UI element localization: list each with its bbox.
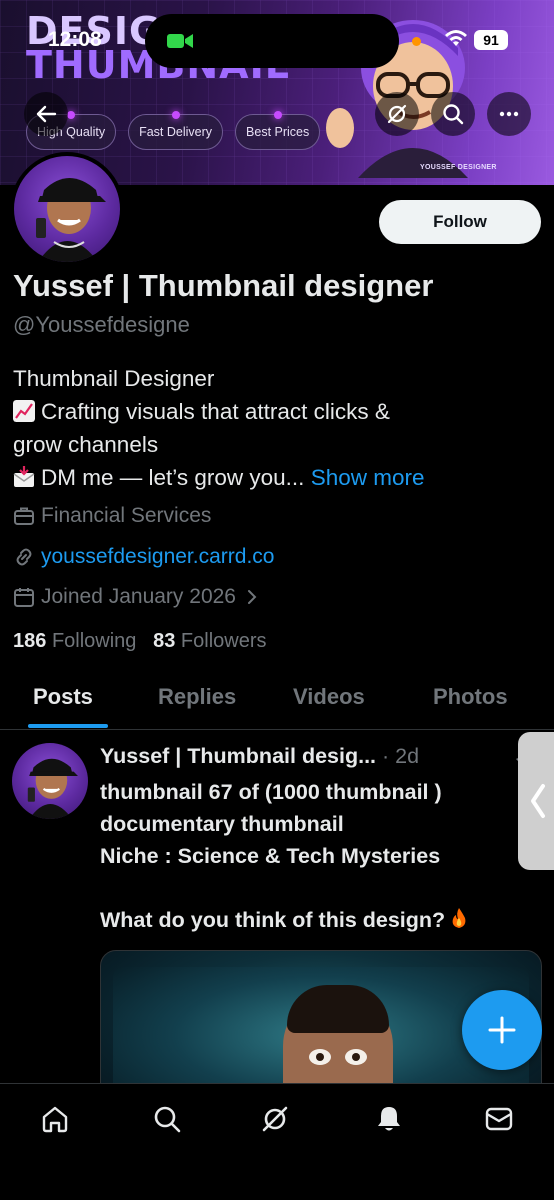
fire-icon	[452, 908, 466, 928]
privacy-indicator-icon	[412, 37, 421, 46]
follow-button[interactable]: Follow	[379, 200, 541, 244]
banner-signature: YOUSSEF DESIGNER	[420, 164, 497, 171]
bio-line: grow channels	[13, 432, 159, 457]
grok-icon	[262, 1106, 288, 1132]
tag-label: Fast Delivery	[139, 125, 213, 139]
notifications-icon	[378, 1107, 400, 1131]
nav-grok[interactable]	[258, 1102, 292, 1136]
facetime-camera-icon	[167, 34, 193, 48]
profile-avatar[interactable]	[10, 152, 124, 266]
compose-post-button[interactable]	[462, 990, 542, 1070]
back-button[interactable]	[24, 92, 68, 136]
profile-website[interactable]: youssefdesigner.carrd.co	[13, 545, 274, 569]
more-button[interactable]	[487, 92, 531, 136]
thumbnail-eye	[345, 1049, 367, 1065]
display-name: Yussef | Thumbnail designer	[13, 268, 434, 303]
show-more-link[interactable]: Show more	[311, 465, 425, 490]
back-arrow-icon	[36, 105, 57, 123]
tab-posts[interactable]: Posts	[33, 684, 93, 710]
banner-tag: Best Prices	[235, 111, 321, 150]
followers-count: 83	[153, 630, 176, 652]
profile-bio: Thumbnail Designer Crafting visuals that…	[13, 362, 533, 494]
tag-dot	[171, 111, 180, 119]
post-header: Yussef | Thumbnail desig... · 2d	[100, 744, 419, 769]
tab-videos[interactable]: Videos	[293, 684, 365, 710]
post-timestamp: · 2d	[382, 744, 420, 768]
envelope-arrow-icon	[13, 466, 35, 487]
bio-line: Thumbnail Designer	[13, 366, 215, 391]
thumbnail-eye	[309, 1049, 331, 1065]
messages-icon	[485, 1107, 513, 1131]
post-text: thumbnail 67 of (1000 thumbnail ) docume…	[100, 776, 530, 936]
banner-tag: Fast Delivery	[128, 111, 224, 150]
post-author-name[interactable]: Yussef | Thumbnail desig...	[100, 744, 376, 768]
tag-dot	[67, 111, 76, 119]
avatar-illustration	[27, 758, 78, 819]
status-time: 12:08	[48, 28, 102, 51]
followers-label: Followers	[180, 630, 267, 652]
grok-icon	[387, 104, 407, 124]
dynamic-island	[145, 14, 399, 68]
category-label: Financial Services	[41, 504, 212, 527]
search-icon	[443, 104, 464, 125]
search-button[interactable]	[431, 92, 475, 136]
battery-indicator: 91	[474, 30, 508, 50]
bottom-navigation	[0, 1083, 554, 1200]
tag-dot	[273, 111, 282, 119]
nav-messages[interactable]	[482, 1102, 516, 1136]
followers-link[interactable]: 83 Followers	[153, 630, 266, 652]
post-text-content: thumbnail 67 of (1000 thumbnail ) docume…	[100, 780, 446, 932]
chart-increasing-icon	[13, 400, 35, 422]
side-panel-handle[interactable]	[518, 732, 554, 870]
profile-category: Financial Services	[13, 504, 211, 528]
nav-search[interactable]	[150, 1102, 184, 1136]
bio-line-text: DM me — let’s grow you...	[41, 465, 305, 490]
search-icon	[154, 1106, 181, 1133]
tab-photos[interactable]: Photos	[433, 684, 508, 710]
briefcase-icon	[14, 507, 34, 525]
profile-joined[interactable]: Joined January 2026	[13, 585, 266, 609]
more-icon	[499, 111, 519, 117]
bio-line-text: Crafting visuals that attract clicks &	[41, 399, 390, 424]
follow-counts: 186 Following 83 Followers	[13, 630, 266, 653]
website-link[interactable]: youssefdesigner.carrd.co	[41, 545, 274, 569]
tag-label: Best Prices	[246, 125, 310, 139]
chevron-right-icon	[247, 590, 257, 604]
profile-tabs: Posts Replies Videos Photos	[0, 668, 554, 730]
home-icon	[42, 1106, 68, 1133]
nav-home[interactable]	[38, 1102, 72, 1136]
bio-line: DM me — let’s grow you... Show more	[13, 461, 533, 494]
following-link[interactable]: 186 Following	[13, 630, 136, 652]
avatar	[14, 156, 120, 262]
post-author-avatar[interactable]	[12, 743, 88, 819]
calendar-icon	[14, 588, 34, 607]
chevron-left-icon	[531, 784, 545, 818]
following-count: 186	[13, 630, 47, 652]
banner-tags: High Quality Fast Delivery Best Prices	[26, 111, 321, 150]
bio-line: Crafting visuals that attract clicks &	[13, 395, 533, 428]
plus-icon	[488, 1016, 516, 1044]
username-handle: @Youssefdesigne	[13, 312, 190, 337]
wifi-icon	[445, 30, 467, 46]
link-icon	[16, 548, 32, 566]
following-label: Following	[51, 630, 137, 652]
active-tab-indicator	[28, 724, 108, 728]
nav-notifications[interactable]	[372, 1102, 406, 1136]
grok-button[interactable]	[375, 92, 419, 136]
avatar-illustration	[36, 178, 106, 262]
joined-date: Joined January 2026	[41, 585, 236, 608]
tab-replies[interactable]: Replies	[158, 684, 236, 710]
thumbnail-hair	[287, 985, 389, 1033]
